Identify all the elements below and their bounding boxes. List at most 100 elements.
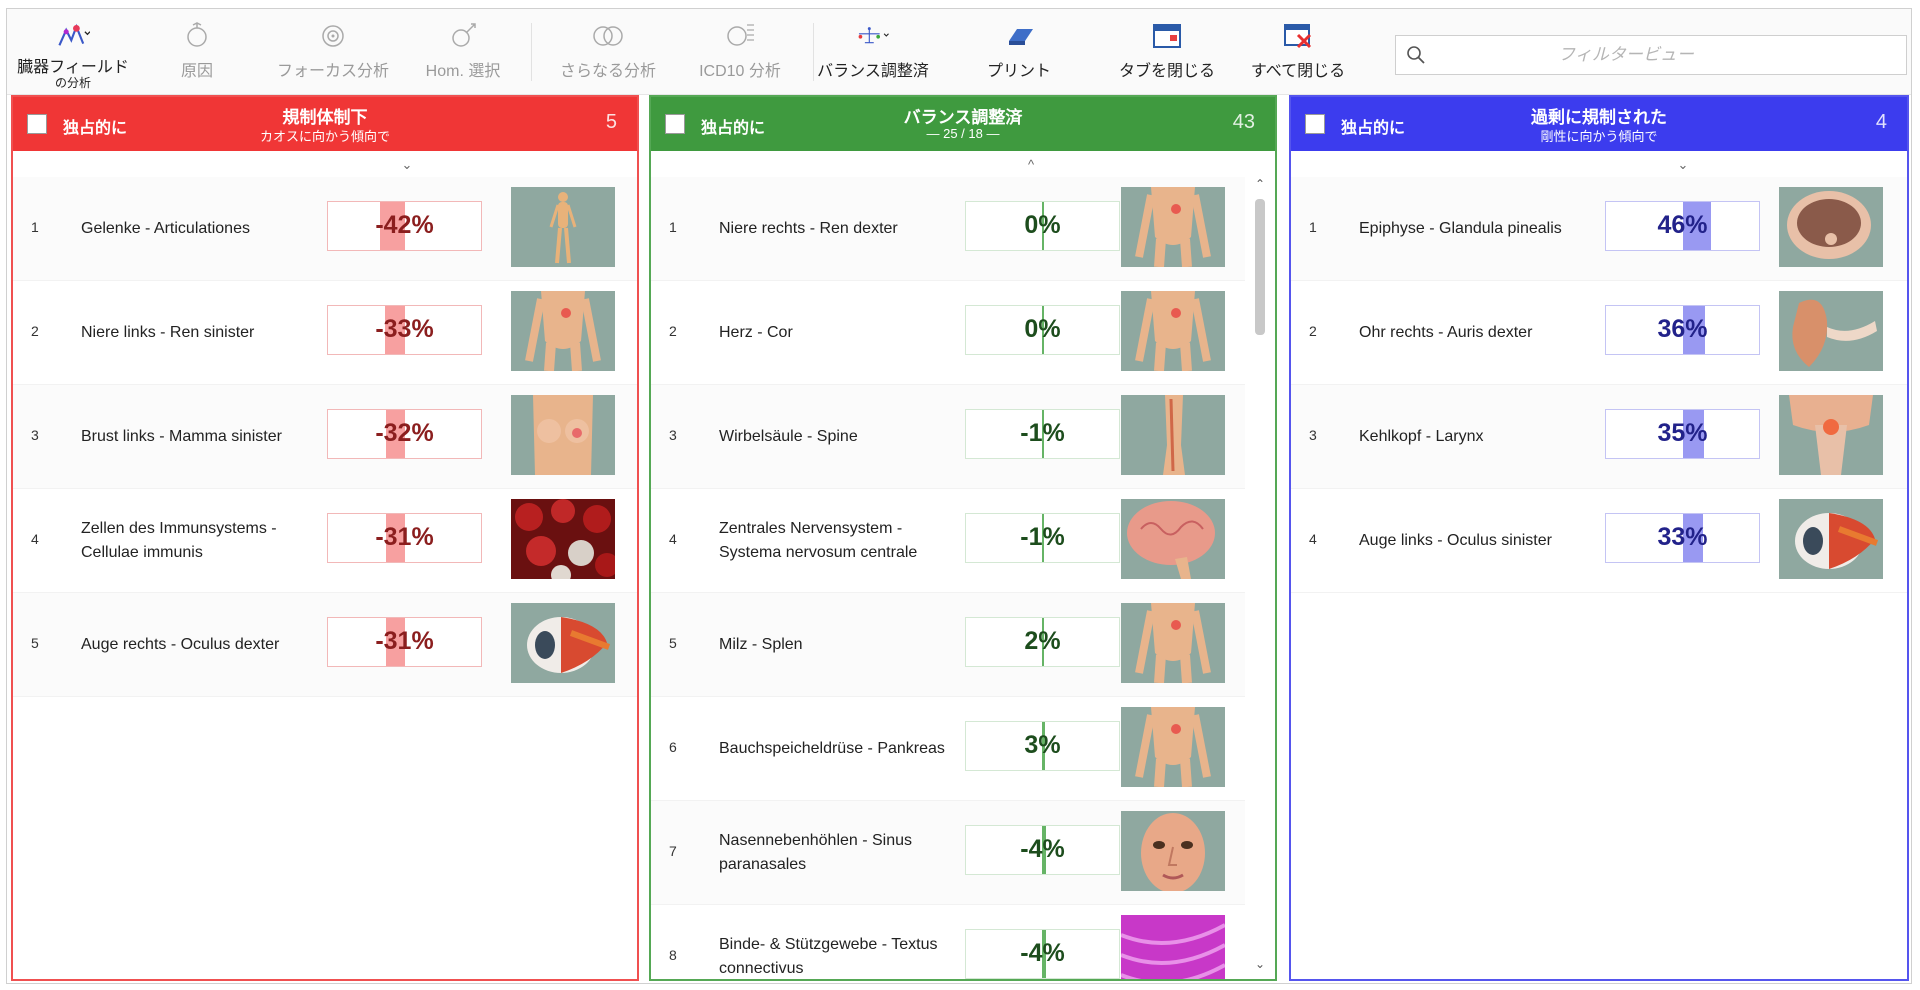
- panel-count: 43: [1232, 111, 1255, 133]
- organ-thumbnail[interactable]: [1121, 499, 1225, 579]
- close-tab-icon: [1150, 19, 1184, 53]
- organ-row[interactable]: 3 Kehlkopf - Larynx 35%: [1291, 385, 1907, 489]
- organ-thumbnail[interactable]: [1121, 811, 1225, 891]
- percentage-indicator: -1%: [965, 409, 1120, 459]
- organ-thumbnail[interactable]: [1121, 395, 1225, 475]
- organ-thumbnail[interactable]: [1121, 707, 1225, 787]
- percentage-indicator: 0%: [965, 201, 1120, 251]
- organ-image: [511, 291, 615, 371]
- scroll-down-icon[interactable]: ⌄: [1251, 957, 1269, 975]
- organ-thumbnail[interactable]: [1121, 291, 1225, 371]
- panel-header: 独占的に バランス調整済 — 25 / 18 — 43: [651, 97, 1275, 151]
- organ-row[interactable]: 5 Auge rechts - Oculus dexter -31%: [13, 593, 637, 697]
- organ-thumbnail[interactable]: [1779, 395, 1883, 475]
- scrollbar-thumb[interactable]: [1255, 199, 1265, 335]
- balanced-label: バランス調整済: [817, 63, 929, 80]
- organ-image: [1121, 603, 1225, 683]
- organ-row[interactable]: 4 Zellen des Immunsystems - Cellulae immu…: [13, 489, 637, 593]
- scrollbar[interactable]: ⌃ ⌄: [1251, 177, 1269, 975]
- panel-title: バランス調整済: [903, 108, 1023, 127]
- organ-thumbnail[interactable]: [511, 395, 615, 475]
- organ-image: [1779, 395, 1883, 475]
- filter-view-search: [1395, 35, 1907, 75]
- further-analysis-button[interactable]: さらなる分析: [553, 13, 663, 91]
- toolbar-separator: [531, 23, 532, 81]
- print-icon: [1002, 19, 1036, 53]
- organ-thumbnail[interactable]: [1121, 603, 1225, 683]
- close-all-icon: [1281, 19, 1315, 53]
- percentage-value: 46%: [1657, 211, 1708, 239]
- percentage-indicator: -1%: [965, 513, 1120, 563]
- organ-field-sublabel: の分析: [54, 76, 91, 90]
- close-all-label: すべて閉じる: [1250, 63, 1346, 80]
- focus-analysis-button[interactable]: フォーカス分析: [269, 13, 397, 91]
- row-index: 7: [669, 843, 677, 859]
- organ-row[interactable]: 2 Niere links - Ren sinister -33%: [13, 281, 637, 385]
- organ-image: [511, 499, 615, 579]
- icd10-analysis-button[interactable]: ICD10 分析: [687, 13, 793, 91]
- organ-name: Brust links - Mamma sinister: [81, 428, 282, 445]
- organ-row[interactable]: 1 Gelenke - Articulationes -42%: [13, 177, 637, 281]
- organ-row[interactable]: 3 Wirbelsäule - Spine -1%: [651, 385, 1245, 489]
- row-index: 8: [669, 947, 677, 963]
- organ-image: [1121, 915, 1225, 979]
- organ-name: Gelenke - Articulationes: [81, 220, 250, 237]
- organ-thumbnail[interactable]: [511, 291, 615, 371]
- percentage-value: -4%: [1020, 835, 1065, 863]
- icd10-label: ICD10 分析: [699, 63, 781, 80]
- percentage-value: 3%: [1024, 731, 1061, 759]
- panel-header: 独占的に 規制体制下 カオスに向かう傾向で 5: [13, 97, 637, 151]
- row-index: 1: [31, 219, 39, 235]
- close-all-button[interactable]: すべて閉じる: [1243, 13, 1353, 91]
- sort-toggle[interactable]: ⌄: [1673, 157, 1693, 173]
- organ-thumbnail[interactable]: [1121, 915, 1225, 979]
- row-index: 1: [669, 219, 677, 235]
- balance-scale-icon: [856, 19, 890, 53]
- organ-row[interactable]: 4 Auge links - Oculus sinister 33%: [1291, 489, 1907, 593]
- panel-subtitle: 剛性に向かう傾向で: [1540, 129, 1658, 144]
- organ-row[interactable]: 6 Bauchspeicheldrüse - Pankreas 3%: [651, 697, 1245, 801]
- organ-thumbnail[interactable]: [1779, 499, 1883, 579]
- panel-subtitle: カオスに向かう傾向で: [259, 129, 390, 144]
- sort-toggle[interactable]: ⌄: [397, 157, 417, 173]
- organ-row[interactable]: 1 Epiphyse - Glandula pinealis 46%: [1291, 177, 1907, 281]
- organ-row[interactable]: 4 Zentrales Nervensystem - Systema nervos…: [651, 489, 1245, 593]
- organ-name: Auge links - Oculus sinister: [1359, 532, 1552, 549]
- percentage-indicator: 36%: [1605, 305, 1760, 355]
- organ-field-analysis-button[interactable]: 臓器フィールド の分析: [11, 13, 135, 91]
- organ-image: [1121, 187, 1225, 267]
- close-tab-button[interactable]: タブを閉じる: [1111, 13, 1223, 91]
- organ-thumbnail[interactable]: [1779, 187, 1883, 267]
- organ-thumbnail[interactable]: [511, 187, 615, 267]
- focus-icon: [316, 19, 350, 53]
- organ-thumbnail[interactable]: [511, 603, 615, 683]
- organ-row[interactable]: 2 Ohr rechts - Auris dexter 36%: [1291, 281, 1907, 385]
- organ-name: Niere rechts - Ren dexter: [719, 220, 898, 237]
- balanced-button[interactable]: バランス調整済: [817, 13, 929, 91]
- organ-image: [511, 395, 615, 475]
- percentage-value: -1%: [1020, 419, 1065, 447]
- organ-thumbnail[interactable]: [1779, 291, 1883, 371]
- row-index: 4: [31, 531, 39, 547]
- organ-thumbnail[interactable]: [511, 499, 615, 579]
- organ-row[interactable]: 7 Nasennebenhöhlen - Sinus paranasales -4%: [651, 801, 1245, 905]
- sort-toggle[interactable]: ^: [1021, 157, 1041, 172]
- panel-count: 5: [605, 111, 617, 133]
- organ-row[interactable]: 8 Binde- & Stützgewebe - Textus connectiv…: [651, 905, 1245, 979]
- print-button[interactable]: プリント: [979, 13, 1059, 91]
- percentage-value: -4%: [1020, 939, 1065, 967]
- percentage-value: -1%: [1020, 523, 1065, 551]
- hom-icon: [446, 19, 480, 53]
- hom-select-button[interactable]: Hom. 選択: [413, 13, 513, 91]
- filter-view-input[interactable]: [1426, 36, 1906, 74]
- organ-row[interactable]: 2 Herz - Cor 0%: [651, 281, 1245, 385]
- cause-icon: [180, 19, 214, 53]
- organ-image: [1121, 291, 1225, 371]
- organ-row[interactable]: 5 Milz - Splen 2%: [651, 593, 1245, 697]
- organ-row[interactable]: 3 Brust links - Mamma sinister -32%: [13, 385, 637, 489]
- search-icon: [1406, 45, 1426, 65]
- organ-thumbnail[interactable]: [1121, 187, 1225, 267]
- organ-row[interactable]: 1 Niere rechts - Ren dexter 0%: [651, 177, 1245, 281]
- cause-button[interactable]: 原因: [157, 13, 237, 91]
- scroll-up-icon[interactable]: ⌃: [1251, 177, 1269, 195]
